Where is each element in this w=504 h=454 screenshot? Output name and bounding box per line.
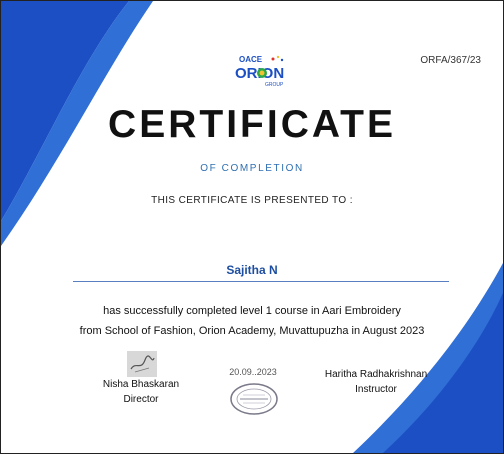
director-role: Director xyxy=(123,394,159,405)
completion-description: has successfully completed level 1 cours… xyxy=(1,301,503,341)
reference-number: ORFA/367/23 xyxy=(420,55,481,66)
name-underline xyxy=(73,281,449,282)
certificate-title: CERTIFICATE xyxy=(108,103,396,146)
instructor-role: Instructor xyxy=(355,384,397,395)
issue-date: 20.09..2023 xyxy=(229,367,277,377)
director-signature-image xyxy=(127,351,157,377)
certificate-page: OACE ORION GROUP ORFA/367/23 CERTIFICATE… xyxy=(0,0,504,454)
svg-text:OACE: OACE xyxy=(239,55,263,64)
description-line-2: from School of Fashion, Orion Academy, M… xyxy=(79,325,425,337)
orion-logo: OACE ORION GROUP xyxy=(235,55,284,88)
director-name: Nisha Bhaskaran xyxy=(102,379,180,390)
presented-to-text: THIS CERTIFICATE IS PRESENTED TO : xyxy=(151,195,353,206)
instructor-name: Haritha Radhakrishnan xyxy=(324,369,428,380)
official-stamp xyxy=(230,383,278,415)
certificate-subtitle: OF COMPLETION xyxy=(200,163,304,174)
description-line-1: has successfully completed level 1 cours… xyxy=(103,305,401,317)
recipient-name: Sajitha N xyxy=(226,263,278,277)
svg-text:GROUP: GROUP xyxy=(265,82,284,88)
